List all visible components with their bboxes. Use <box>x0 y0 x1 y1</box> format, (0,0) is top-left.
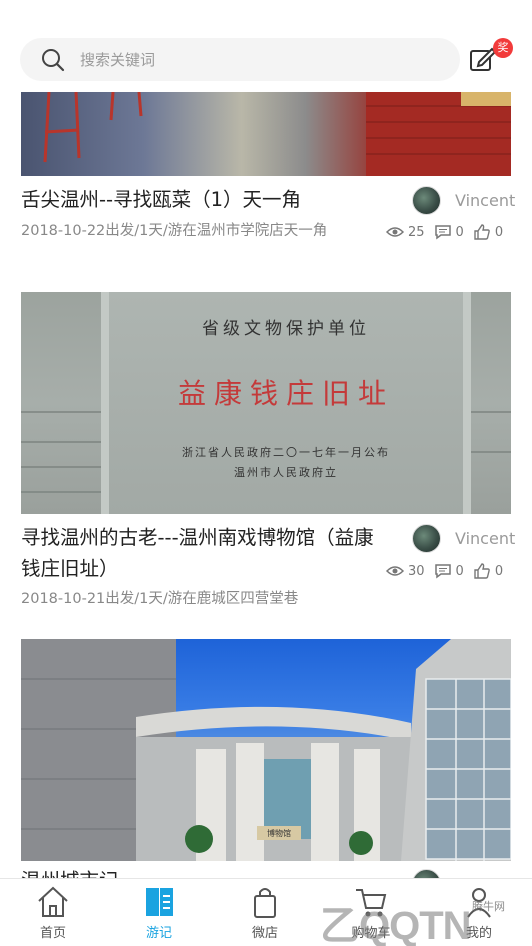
like-icon[interactable] <box>473 563 491 579</box>
post-card[interactable]: 省级文物保护单位 益康钱庄旧址 浙江省人民政府二〇一七年一月公布 温州市人民政府… <box>0 292 532 627</box>
author-name[interactable]: Vincent <box>455 529 515 548</box>
comment-icon[interactable] <box>434 563 452 579</box>
like-count: 0 <box>494 224 504 240</box>
watermark-text: 腾牛网 <box>472 900 505 913</box>
avatar[interactable] <box>412 869 441 878</box>
stone-tablet: 省级文物保护单位 益康钱庄旧址 浙江省人民政府二〇一七年一月公布 温州市人民政府… <box>101 292 471 514</box>
post-author[interactable] <box>412 869 441 878</box>
home-icon <box>38 886 68 917</box>
post-cover-image[interactable]: 博物馆 <box>21 639 511 861</box>
post-stats: 25 0 0 <box>386 224 512 240</box>
post-cover-image[interactable] <box>21 92 511 176</box>
nav-travelogue-label: 游记 <box>145 926 172 941</box>
nav-shop[interactable]: 微店 <box>212 879 318 946</box>
eye-icon <box>386 227 404 237</box>
view-count: 25 <box>408 224 425 240</box>
post-card[interactable]: 博物馆 温州城市记 <box>0 639 532 878</box>
post-meta: 2018-10-22出发/1天/游在温州市学院店天一角 <box>21 223 328 239</box>
post-title[interactable]: 温州城市记 <box>21 865 381 878</box>
tablet-footer-line: 浙江省人民政府二〇一七年一月公布 <box>182 446 390 459</box>
comment-icon[interactable] <box>434 224 452 240</box>
nav-shop-label: 微店 <box>251 926 278 941</box>
search-input[interactable]: 搜索关键词 <box>80 49 155 70</box>
like-count: 0 <box>494 563 504 579</box>
comment-count: 0 <box>455 563 464 579</box>
nav-travelogue[interactable]: 游记 <box>106 879 212 946</box>
top-header: 搜索关键词 奖 <box>0 0 532 92</box>
post-card[interactable]: 舌尖温州--寻找瓯菜（1）天一角 2018-10-22出发/1天/游在温州市学院… <box>0 92 532 282</box>
search-bar[interactable]: 搜索关键词 <box>20 38 460 81</box>
post-stats: 30 0 0 <box>386 563 512 579</box>
search-icon <box>40 47 66 73</box>
tablet-main-text: 益康钱庄旧址 <box>177 377 394 410</box>
tablet-heading: 省级文物保护单位 <box>202 319 370 339</box>
post-meta: 2018-10-21出发/1天/游在鹿城区四营堂巷 <box>21 591 299 607</box>
post-title[interactable]: 舌尖温州--寻找瓯菜（1）天一角 <box>21 184 381 215</box>
author-name[interactable]: Vincent <box>455 191 515 210</box>
comment-count: 0 <box>455 224 464 240</box>
eye-icon <box>386 566 404 576</box>
tablet-footer-line: 温州市人民政府立 <box>234 466 338 479</box>
nav-home[interactable]: 首页 <box>0 879 106 946</box>
avatar[interactable] <box>412 524 441 553</box>
post-title[interactable]: 寻找温州的古老---温州南戏博物馆（益康钱庄旧址） <box>21 522 381 584</box>
museum-sign: 博物馆 <box>267 828 291 838</box>
bag-icon <box>254 888 276 918</box>
post-cover-image[interactable]: 省级文物保护单位 益康钱庄旧址 浙江省人民政府二〇一七年一月公布 温州市人民政府… <box>21 292 511 514</box>
watermark-logo: 乙QQTN <box>320 904 472 946</box>
book-icon <box>146 888 173 916</box>
view-count: 30 <box>408 563 425 579</box>
like-icon[interactable] <box>473 224 491 240</box>
post-author[interactable]: Vincent <box>412 524 515 553</box>
nav-home-label: 首页 <box>39 926 66 941</box>
prize-badge[interactable]: 奖 <box>493 38 513 58</box>
avatar[interactable] <box>412 186 441 215</box>
post-author[interactable]: Vincent <box>412 186 515 215</box>
travelogue-feed[interactable]: 舌尖温州--寻找瓯菜（1）天一角 2018-10-22出发/1天/游在温州市学院… <box>0 92 532 878</box>
